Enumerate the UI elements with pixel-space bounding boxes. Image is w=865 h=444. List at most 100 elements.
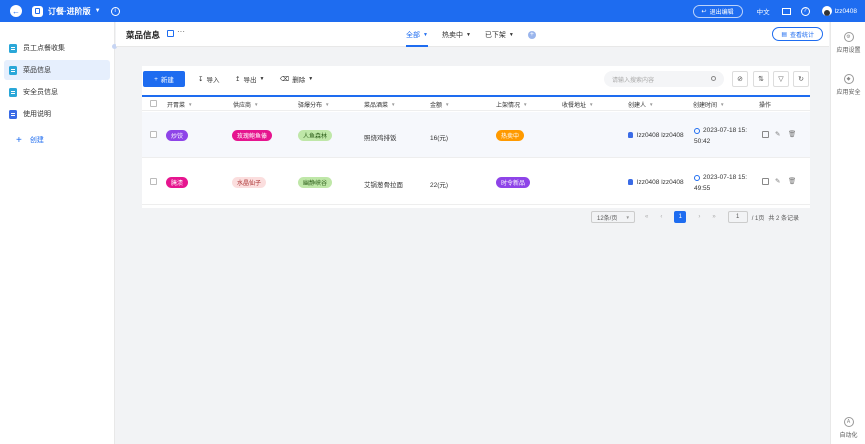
column-label: 创建人: [628, 103, 647, 109]
row-checkbox[interactable]: [150, 178, 157, 185]
view-detail-icon[interactable]: [762, 178, 769, 185]
view-detail-icon[interactable]: [762, 131, 769, 138]
clock-icon: [694, 128, 700, 134]
edit-icon[interactable]: [167, 30, 174, 37]
export-label: 导出: [243, 77, 257, 84]
column-header[interactable]: 收餐地址 ▼: [562, 100, 593, 109]
row-checkbox[interactable]: [150, 131, 157, 138]
trash-icon[interactable]: 🗑: [788, 130, 796, 138]
select-all-checkbox[interactable]: [150, 100, 157, 107]
trash-icon[interactable]: 🗑: [788, 177, 796, 185]
exit-icon: ↩: [701, 8, 707, 15]
column-header[interactable]: 创建人 ▼: [628, 100, 653, 109]
exit-edit-button[interactable]: ↩ 退出编辑: [692, 4, 743, 18]
edit-icon[interactable]: ✎: [775, 130, 780, 138]
tab-all[interactable]: 全部 ▼: [406, 22, 428, 47]
top-bar: ← 订餐·进阶版 ▼ i ↩ 退出编辑 中文 ? lzz0408: [0, 0, 865, 22]
view-tabs: 全部 ▼ 热卖中 ▼ 已下架 ▼ +: [406, 22, 536, 47]
page-jump-input[interactable]: 1: [727, 211, 748, 223]
view-stats-button[interactable]: ▤ 查看统计: [772, 27, 823, 41]
status-tag: 时令新品: [496, 177, 531, 188]
top-right-actions: ↩ 退出编辑 中文 ? lzz0408: [692, 0, 857, 22]
new-record-button[interactable]: + 新建: [143, 71, 185, 87]
import-button[interactable]: ↧ 导入: [198, 74, 219, 84]
prev-page-icon[interactable]: ‹: [660, 214, 662, 220]
column-header[interactable]: 创建时间 ▼: [693, 100, 724, 109]
export-button[interactable]: ↥ 导出 ▼: [235, 74, 264, 84]
sidebar-item-employee-orders[interactable]: 员工点餐收集: [4, 38, 110, 58]
app-security-button[interactable]: ◆ 应用安全: [831, 74, 865, 96]
first-page-icon[interactable]: «: [645, 214, 648, 220]
user-icon: [628, 132, 633, 139]
chevron-down-icon: ▼: [649, 102, 654, 107]
hide-fields-button[interactable]: ⊘: [732, 71, 748, 87]
mail-icon[interactable]: [781, 7, 791, 15]
app-name[interactable]: 订餐·进阶版: [48, 6, 91, 17]
sort-button[interactable]: ⇅: [753, 71, 769, 87]
refresh-button[interactable]: ↻: [793, 71, 809, 87]
supplier-tag: 水晶仙子: [232, 177, 267, 188]
creator-name: lzz0408 lzz0408: [637, 132, 684, 139]
table-icon: [9, 65, 17, 75]
search-input[interactable]: 请输入搜索内容: [604, 71, 724, 87]
edit-icon[interactable]: ✎: [775, 177, 780, 185]
sidebar-item-safety-officer[interactable]: 安全员信息: [4, 82, 110, 102]
more-icon[interactable]: ···: [177, 27, 185, 36]
tab-off-shelf[interactable]: 已下架 ▼: [485, 22, 514, 47]
avatar[interactable]: [821, 6, 832, 16]
table-row[interactable]: 腌渍 水晶仙子 幽静峡谷 艾锅葱骨拉面 22(元) 时令新品 lzz0408 l…: [142, 159, 810, 205]
chevron-down-icon: ▼: [445, 102, 450, 107]
current-page[interactable]: 1: [674, 211, 687, 223]
next-page-icon[interactable]: ›: [698, 214, 700, 220]
chart-icon: ▤: [781, 31, 787, 38]
language-switch[interactable]: 中文: [757, 6, 770, 16]
column-label: 上架情况: [496, 103, 521, 109]
page-size-select[interactable]: 12条/页 ▼: [591, 211, 635, 223]
delete-label: 删除: [292, 77, 306, 84]
sidebar-item-dish-info[interactable]: 菜品信息: [4, 60, 110, 80]
column-header[interactable]: 驿爆分布 ▼: [298, 100, 329, 109]
info-icon[interactable]: i: [110, 6, 120, 16]
back-arrow-icon[interactable]: ←: [10, 5, 22, 17]
filter-icon: ▽: [778, 76, 784, 83]
column-header[interactable]: 菜品酒菜 ▼: [364, 100, 395, 109]
app-settings-label: 应用设置: [836, 48, 861, 54]
created-time-line2: 50:42: [694, 138, 711, 145]
column-header[interactable]: 开胃菜 ▼: [167, 100, 192, 109]
created-time-line1: 2023-07-18 15:: [703, 174, 748, 181]
help-icon[interactable]: ?: [800, 6, 810, 16]
app-settings-button[interactable]: ⚙ 应用设置: [831, 32, 865, 54]
amount-cell: 22(元): [430, 182, 449, 189]
last-page-icon[interactable]: »: [712, 214, 715, 220]
delete-button[interactable]: ⌫ 删除 ▼: [280, 74, 313, 84]
app-menu-caret-icon[interactable]: ▼: [95, 8, 101, 14]
sidebar-item-instructions[interactable]: 使用说明: [4, 104, 110, 124]
search-icon[interactable]: [711, 76, 716, 81]
filter-button[interactable]: ▽: [773, 71, 789, 87]
add-view-button[interactable]: +: [527, 30, 536, 39]
chevron-down-icon: ▼: [625, 214, 630, 220]
column-header[interactable]: 金额 ▼: [430, 100, 449, 109]
column-label: 创建时间: [693, 103, 718, 109]
trash-icon: ⌫: [280, 76, 290, 83]
column-label: 开胃菜: [167, 103, 186, 109]
sidebar-item-label: 使用说明: [23, 111, 51, 118]
automation-button[interactable]: A 自动化: [831, 417, 865, 439]
export-icon: ↥: [235, 76, 241, 83]
data-table-card: + 新建 ↧ 导入 ↥ 导出 ▼ ⌫ 删除 ▼ 请输入搜索内容 ⊘ ⇅ ▽ ↻ 开胃菜 ▼ 供…: [142, 66, 810, 208]
sort-icon: ⇅: [758, 76, 764, 83]
username[interactable]: lzz0408: [835, 8, 857, 15]
column-header[interactable]: 上架情况 ▼: [496, 100, 527, 109]
column-label: 操作: [759, 103, 772, 109]
column-header: 操作: [759, 100, 771, 109]
tab-hot-selling[interactable]: 热卖中 ▼: [442, 22, 471, 47]
table-row[interactable]: 炒饺 玫瑰鲍鱼傣 人鱼森林 照烧鸡排饭 16(元) 热卖中 lzz0408 lz…: [142, 112, 810, 158]
dish-cell: 照烧鸡排饭: [364, 135, 397, 142]
table-toolbar: + 新建 ↧ 导入 ↥ 导出 ▼ ⌫ 删除 ▼ 请输入搜索内容 ⊘ ⇅ ▽ ↻: [142, 71, 810, 87]
column-label: 驿爆分布: [298, 103, 323, 109]
chevron-down-icon: ▼: [188, 102, 193, 107]
column-header[interactable]: 供应商 ▼: [233, 100, 258, 109]
column-label: 金额: [430, 103, 443, 109]
appetizer-tag: 腌渍: [166, 177, 189, 188]
sidebar-create-button[interactable]: + 创建: [4, 130, 110, 150]
